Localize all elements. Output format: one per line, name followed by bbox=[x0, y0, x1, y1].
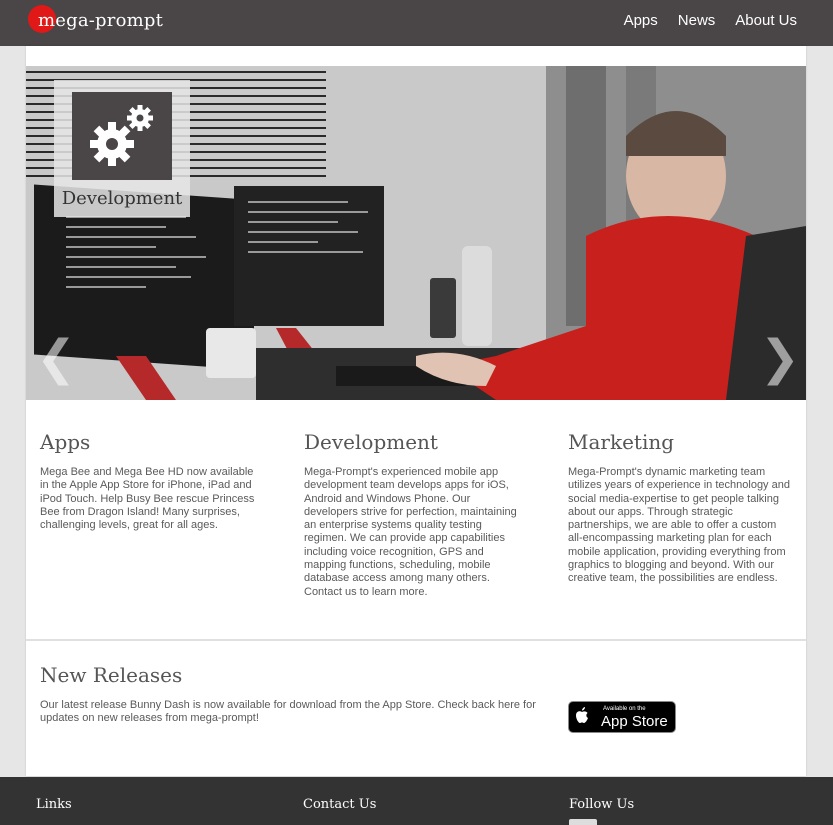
social-icon[interactable] bbox=[569, 819, 597, 825]
nav-about-us[interactable]: About Us bbox=[735, 12, 797, 29]
development-column: Development Mega-Prompt's experienced mo… bbox=[304, 430, 526, 599]
site-footer: Links Contact Us Follow Us bbox=[0, 777, 833, 825]
marketing-column: Marketing Mega-Prompt's dynamic marketin… bbox=[568, 430, 790, 586]
new-releases-section: New Releases Our latest release Bunny Da… bbox=[40, 663, 540, 726]
slider-next-arrow-icon[interactable]: ❯ bbox=[760, 334, 800, 382]
footer-contact-heading: Contact Us bbox=[303, 797, 377, 812]
apple-icon bbox=[569, 707, 595, 727]
marketing-heading: Marketing bbox=[568, 430, 675, 454]
slider-prev-arrow-icon[interactable]: ❮ bbox=[36, 334, 76, 382]
content-panel: Development ❮ ❯ Apps Mega Bee and Mega B… bbox=[26, 46, 806, 776]
gears-icon bbox=[72, 92, 172, 180]
footer-links-heading: Links bbox=[36, 797, 72, 812]
apps-heading: Apps bbox=[40, 430, 91, 454]
badge-label: Development bbox=[61, 188, 183, 209]
nav-apps[interactable]: Apps bbox=[624, 12, 658, 29]
app-store-badge[interactable]: Available on the App Store bbox=[568, 701, 676, 733]
new-releases-heading: New Releases bbox=[40, 663, 183, 687]
main-nav: Apps News About Us bbox=[624, 12, 797, 29]
app-store-small-text: Available on the bbox=[603, 706, 646, 712]
apps-column: Apps Mega Bee and Mega Bee HD now availa… bbox=[40, 430, 262, 532]
top-navbar: mega-prompt Apps News About Us bbox=[0, 0, 833, 46]
hero-slider: Development ❮ ❯ bbox=[26, 66, 806, 400]
nav-news[interactable]: News bbox=[678, 12, 716, 29]
logo-text: mega-prompt bbox=[38, 9, 164, 31]
footer-follow-heading: Follow Us bbox=[569, 797, 635, 812]
marketing-text: Mega-Prompt's dynamic marketing team uti… bbox=[568, 466, 790, 585]
apps-text: Mega Bee and Mega Bee HD now available i… bbox=[40, 466, 255, 532]
new-releases-text: Our latest release Bunny Dash is now ava… bbox=[40, 699, 536, 725]
development-text: Mega-Prompt's experienced mobile app dev… bbox=[304, 466, 517, 598]
feature-columns: Apps Mega Bee and Mega Bee HD now availa… bbox=[26, 430, 806, 616]
app-store-big-text: App Store bbox=[601, 713, 668, 730]
development-heading: Development bbox=[304, 430, 438, 454]
site-logo[interactable]: mega-prompt bbox=[28, 4, 163, 36]
development-badge: Development bbox=[54, 80, 190, 217]
section-divider bbox=[26, 639, 806, 641]
